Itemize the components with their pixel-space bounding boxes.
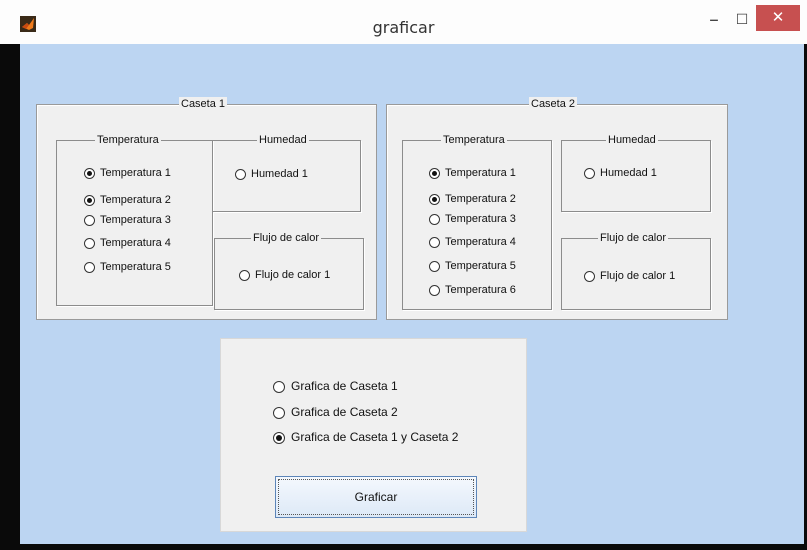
radio-label: Flujo de calor 1 — [255, 269, 331, 281]
title-bar[interactable]: graficar ‒ ☐ ✕ — [0, 0, 807, 44]
radio-dot — [273, 431, 285, 444]
radio-dot — [239, 269, 250, 281]
humedad-title: Humedad — [257, 133, 309, 147]
radio-label: Temperatura 2 — [100, 194, 171, 206]
radio-dot — [84, 167, 95, 179]
radio-label: Temperatura 1 — [100, 167, 171, 179]
radio-temperatura-3[interactable]: Temperatura 3 — [84, 213, 171, 227]
radio-grafica-caseta-2[interactable]: Grafica de Caseta 2 — [273, 405, 398, 420]
radio-dot — [84, 237, 95, 249]
flujo-de-calor-title: Flujo de calor — [251, 231, 322, 245]
humedad-group: Humedad Humedad 1 — [561, 133, 711, 212]
radio-grafica-caseta-1[interactable]: Grafica de Caseta 1 — [273, 379, 398, 394]
matlab-window: graficar ‒ ☐ ✕ Caseta 1 Temperatura Temp… — [0, 0, 807, 550]
radio-humedad-1[interactable]: Humedad 1 — [584, 166, 657, 180]
radio-grafica-caseta-1-y-2[interactable]: Grafica de Caseta 1 y Caseta 2 — [273, 430, 458, 445]
radio-flujo-de-calor-1[interactable]: Flujo de calor 1 — [584, 269, 675, 283]
caseta-1-panel: Caseta 1 Temperatura Temperatura 1 Tempe… — [36, 97, 377, 320]
radio-label: Grafica de Caseta 2 — [291, 405, 398, 419]
flujo-de-calor-title: Flujo de calor — [598, 231, 669, 245]
radio-label: Temperatura 5 — [445, 260, 516, 272]
radio-temperatura-1[interactable]: Temperatura 1 — [429, 166, 516, 180]
radio-dot — [84, 194, 95, 206]
radio-temperatura-6[interactable]: Temperatura 6 — [429, 283, 516, 297]
radio-temperatura-4[interactable]: Temperatura 4 — [429, 235, 516, 249]
radio-dot — [584, 167, 595, 179]
flujo-de-calor-group: Flujo de calor Flujo de calor 1 — [214, 231, 364, 310]
window-title: graficar — [372, 18, 435, 37]
radio-label: Grafica de Caseta 1 y Caseta 2 — [291, 430, 459, 444]
radio-label: Temperatura 3 — [445, 213, 516, 225]
temperatura-title: Temperatura — [441, 133, 507, 147]
flujo-de-calor-group: Flujo de calor Flujo de calor 1 — [561, 231, 711, 310]
radio-label: Temperatura 3 — [100, 214, 171, 226]
radio-label: Temperatura 6 — [445, 284, 516, 296]
maximize-button[interactable]: ☐ — [730, 8, 754, 30]
humedad-group: Humedad Humedad 1 — [212, 133, 361, 212]
radio-temperatura-5[interactable]: Temperatura 5 — [429, 259, 516, 273]
radio-label: Grafica de Caseta 1 — [291, 379, 398, 393]
radio-dot — [84, 214, 95, 226]
radio-label: Humedad 1 — [251, 168, 308, 180]
radio-temperatura-4[interactable]: Temperatura 4 — [84, 236, 171, 250]
radio-label: Temperatura 2 — [445, 193, 516, 205]
temperatura-group: Temperatura Temperatura 1 Temperatura 2 … — [56, 133, 213, 306]
radio-dot — [429, 236, 440, 248]
radio-dot — [429, 260, 440, 272]
radio-dot — [429, 167, 440, 179]
radio-temperatura-2[interactable]: Temperatura 2 — [84, 193, 171, 207]
radio-temperatura-2[interactable]: Temperatura 2 — [429, 192, 516, 206]
temperatura-group: Temperatura Temperatura 1 Temperatura 2 … — [402, 133, 552, 310]
caseta-2-panel: Caseta 2 Temperatura Temperatura 1 Tempe… — [386, 97, 728, 320]
radio-dot — [84, 261, 95, 273]
caseta-1-title: Caseta 1 — [179, 97, 228, 111]
radio-dot — [429, 193, 440, 205]
radio-dot — [584, 270, 595, 282]
minimize-button[interactable]: ‒ — [700, 8, 728, 30]
radio-humedad-1[interactable]: Humedad 1 — [235, 167, 308, 181]
radio-label: Temperatura 5 — [100, 261, 171, 273]
radio-dot — [429, 284, 440, 296]
radio-dot — [429, 213, 440, 225]
radio-dot — [273, 380, 285, 393]
figure-area: Caseta 1 Temperatura Temperatura 1 Tempe… — [20, 44, 804, 544]
humedad-title: Humedad — [606, 133, 658, 147]
graficar-button[interactable]: Graficar — [275, 476, 477, 518]
radio-dot — [273, 406, 285, 419]
radio-flujo-de-calor-1[interactable]: Flujo de calor 1 — [239, 268, 330, 282]
radio-dot — [235, 168, 246, 180]
radio-temperatura-5[interactable]: Temperatura 5 — [84, 260, 171, 274]
caseta-2-title: Caseta 2 — [529, 97, 578, 111]
temperatura-title: Temperatura — [95, 133, 161, 147]
radio-temperatura-1[interactable]: Temperatura 1 — [84, 166, 171, 180]
radio-label: Humedad 1 — [600, 167, 657, 179]
radio-label: Temperatura 1 — [445, 167, 516, 179]
radio-temperatura-3[interactable]: Temperatura 3 — [429, 212, 516, 226]
close-button[interactable]: ✕ — [756, 5, 800, 31]
radio-label: Temperatura 4 — [100, 237, 171, 249]
radio-label: Flujo de calor 1 — [600, 270, 676, 282]
radio-label: Temperatura 4 — [445, 236, 516, 248]
